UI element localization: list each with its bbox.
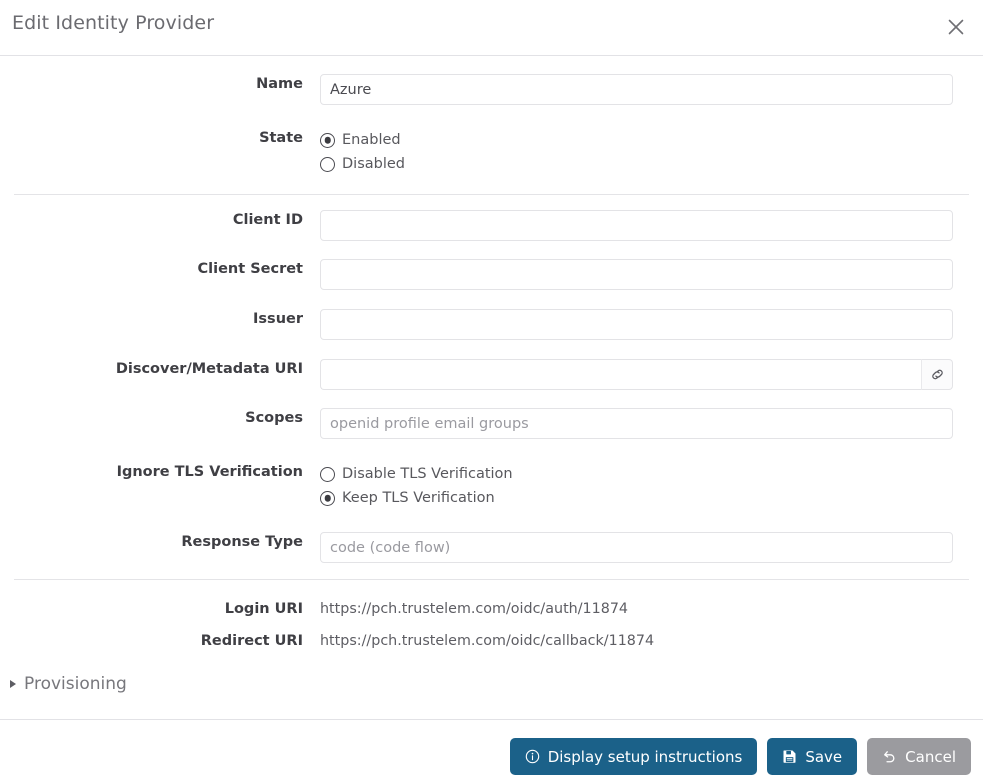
field-row-scopes: Scopes: [0, 408, 983, 439]
radio-selected-icon: [320, 490, 335, 506]
issuer-label: Issuer: [253, 311, 303, 327]
radio-selected-icon: [320, 132, 335, 148]
provisioning-section-toggle[interactable]: Provisioning: [10, 674, 127, 694]
name-field-wrap: [320, 74, 983, 105]
tls-option-disable[interactable]: Disable TLS Verification: [320, 462, 983, 486]
response-type-field-wrap: [320, 532, 983, 563]
state-option-enabled-label: Enabled: [342, 132, 401, 148]
ignore-tls-radio-group: Disable TLS Verification Keep TLS Verifi…: [320, 462, 983, 510]
redirect-uri-label: Redirect URI: [200, 633, 303, 649]
scopes-label: Scopes: [245, 410, 303, 426]
tls-option-keep[interactable]: Keep TLS Verification: [320, 486, 983, 510]
field-row-login-uri: Login URI https://pch.trustelem.com/oidc…: [0, 599, 983, 619]
provisioning-label: Provisioning: [24, 674, 127, 694]
login-uri-value-wrap: https://pch.trustelem.com/oidc/auth/1187…: [320, 599, 983, 619]
dialog-header: Edit Identity Provider: [0, 0, 983, 56]
redirect-uri-value-wrap: https://pch.trustelem.com/oidc/callback/…: [320, 631, 983, 651]
cancel-button[interactable]: Cancel: [867, 738, 971, 775]
state-option-disabled[interactable]: Disabled: [320, 152, 983, 176]
discover-uri-input[interactable]: [320, 359, 921, 390]
field-row-client-secret: Client Secret: [0, 259, 983, 290]
field-row-state: State Enabled Disabled: [0, 128, 983, 176]
radio-unselected-icon: [320, 156, 335, 172]
dialog-footer: Display setup instructions Save Cancel: [0, 719, 983, 781]
name-label: Name: [256, 76, 303, 92]
issuer-field-wrap: [320, 309, 983, 340]
redirect-uri-value: https://pch.trustelem.com/oidc/callback/…: [320, 633, 655, 649]
section-divider-2: [14, 579, 969, 580]
state-option-enabled[interactable]: Enabled: [320, 128, 983, 152]
triangle-right-icon: [10, 680, 16, 688]
issuer-input[interactable]: [320, 309, 953, 340]
field-row-discover-uri: Discover/Metadata URI: [0, 359, 983, 390]
discover-uri-label: Discover/Metadata URI: [115, 361, 303, 377]
client-id-label: Client ID: [232, 212, 303, 228]
scopes-input[interactable]: [320, 408, 953, 439]
field-row-response-type: Response Type: [0, 532, 983, 563]
client-id-field-wrap: [320, 210, 983, 241]
close-icon[interactable]: [939, 10, 973, 44]
field-row-issuer: Issuer: [0, 309, 983, 340]
save-label: Save: [805, 747, 843, 766]
radio-unselected-icon: [320, 466, 335, 482]
display-setup-instructions-label: Display setup instructions: [547, 747, 743, 766]
state-label: State: [259, 130, 303, 146]
field-row-ignore-tls: Ignore TLS Verification Disable TLS Veri…: [0, 462, 983, 510]
client-secret-label: Client Secret: [197, 261, 303, 277]
floppy-disk-icon: [782, 749, 797, 764]
client-secret-input[interactable]: [320, 259, 953, 290]
cancel-label: Cancel: [905, 747, 956, 766]
discover-uri-field-wrap: [320, 359, 983, 390]
state-option-disabled-label: Disabled: [342, 156, 405, 172]
section-divider-1: [14, 194, 969, 195]
ignore-tls-label: Ignore TLS Verification: [116, 464, 303, 480]
login-uri-value: https://pch.trustelem.com/oidc/auth/1187…: [320, 601, 629, 617]
client-secret-field-wrap: [320, 259, 983, 290]
state-radio-group: Enabled Disabled: [320, 128, 983, 176]
scopes-field-wrap: [320, 408, 983, 439]
tls-option-disable-label: Disable TLS Verification: [342, 466, 513, 482]
undo-arrow-icon: [882, 749, 897, 764]
login-uri-label: Login URI: [224, 601, 303, 617]
client-id-input[interactable]: [320, 210, 953, 241]
info-circle-icon: [525, 749, 540, 764]
display-setup-instructions-button[interactable]: Display setup instructions: [509, 738, 758, 775]
field-row-redirect-uri: Redirect URI https://pch.trustelem.com/o…: [0, 631, 983, 651]
name-input[interactable]: [320, 74, 953, 105]
response-type-input[interactable]: [320, 532, 953, 563]
field-row-name: Name: [0, 74, 983, 105]
dialog-body: Name State Enabled Disabled Cl: [0, 56, 983, 719]
footer-button-bar: Display setup instructions Save Cancel: [509, 738, 971, 775]
save-button[interactable]: Save: [767, 738, 858, 775]
field-row-client-id: Client ID: [0, 210, 983, 241]
response-type-label: Response Type: [181, 534, 303, 550]
discover-uri-input-group: [320, 359, 953, 390]
link-icon[interactable]: [921, 359, 953, 390]
dialog-title: Edit Identity Provider: [12, 12, 215, 34]
tls-option-keep-label: Keep TLS Verification: [342, 490, 495, 506]
edit-identity-provider-dialog: Edit Identity Provider Name State Enable…: [0, 0, 983, 781]
